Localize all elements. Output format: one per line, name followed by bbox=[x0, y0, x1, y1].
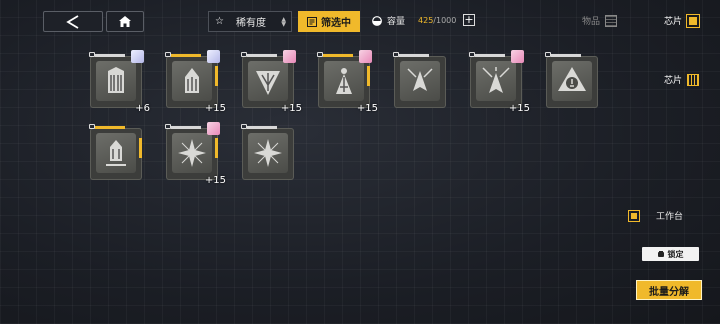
chip-item[interactable] bbox=[392, 52, 446, 108]
chip-subtab-icon bbox=[687, 73, 700, 86]
sort-arrows-icon: ▲ ▼ bbox=[281, 15, 286, 28]
avatar bbox=[207, 50, 220, 63]
chip-emblem-icon bbox=[256, 71, 280, 95]
chip-item[interactable]: +15 bbox=[164, 122, 226, 186]
lock-button[interactable]: 锁定 bbox=[642, 247, 699, 261]
sort-label: 稀有度 bbox=[235, 18, 266, 29]
filter-icon bbox=[307, 16, 317, 27]
chip-item[interactable] bbox=[240, 124, 294, 180]
filter-button[interactable]: 筛选中 bbox=[298, 11, 360, 32]
chevron-left-icon bbox=[66, 14, 79, 29]
lock-icon bbox=[241, 52, 247, 57]
item-level: +15 bbox=[356, 103, 378, 114]
lock-icon bbox=[317, 52, 323, 57]
item-level: +15 bbox=[280, 103, 302, 114]
chip-emblem-icon bbox=[336, 68, 352, 94]
tab-items-label: 物品 bbox=[582, 17, 601, 27]
chip-emblem-icon bbox=[178, 139, 206, 167]
capacity-display: 容量 425/1000 bbox=[372, 14, 456, 27]
avatar bbox=[131, 50, 144, 63]
tab-chips-label: 芯片 bbox=[664, 17, 683, 27]
back-button[interactable] bbox=[43, 11, 103, 32]
lock-label: 锁定 bbox=[667, 249, 684, 259]
avatar bbox=[283, 50, 296, 63]
lock-icon bbox=[89, 52, 95, 57]
tab-chips[interactable]: 芯片 bbox=[664, 13, 701, 28]
chip-item[interactable] bbox=[544, 52, 598, 108]
avatar bbox=[359, 50, 372, 63]
chip-item[interactable]: +15 bbox=[240, 50, 302, 114]
chip-item[interactable]: +15 bbox=[164, 50, 226, 114]
item-level: +6 bbox=[135, 103, 150, 114]
capacity-icon bbox=[372, 15, 382, 26]
capacity-used: 425 bbox=[418, 16, 434, 25]
lock-icon bbox=[89, 124, 95, 129]
tab-chips-2[interactable]: 芯片 bbox=[664, 73, 700, 86]
star-icon: ☆ bbox=[215, 16, 224, 27]
avatar bbox=[207, 122, 220, 135]
chip-emblem-icon bbox=[108, 67, 124, 93]
capacity-max: /1000 bbox=[433, 16, 457, 25]
lock-icon bbox=[469, 52, 475, 57]
padlock-icon bbox=[657, 251, 664, 257]
home-icon bbox=[119, 16, 131, 27]
avatar bbox=[511, 50, 524, 63]
lock-icon bbox=[241, 124, 247, 129]
workbench-icon bbox=[628, 209, 640, 222]
workbench-button[interactable]: 工作台 bbox=[628, 209, 683, 222]
chip-emblem-icon bbox=[185, 68, 199, 93]
add-capacity-button[interactable]: + bbox=[463, 14, 475, 26]
lock-icon bbox=[165, 124, 171, 129]
chip-emblem-icon bbox=[482, 67, 510, 93]
filter-label: 筛选中 bbox=[321, 18, 351, 29]
chip-emblem-icon bbox=[254, 139, 282, 167]
sort-dropdown[interactable]: ☆ 稀有度 ▲ ▼ bbox=[208, 11, 292, 32]
workbench-label: 工作台 bbox=[656, 212, 684, 222]
chip-emblem-icon bbox=[106, 140, 126, 166]
batch-dismantle-button[interactable]: 批量分解 bbox=[636, 280, 702, 300]
tab-items[interactable]: 物品 bbox=[582, 14, 618, 27]
chip-emblem-icon bbox=[558, 67, 586, 91]
tab-chips-2-label: 芯片 bbox=[664, 76, 683, 86]
item-level: +15 bbox=[508, 103, 530, 114]
items-tab-icon bbox=[605, 14, 618, 27]
capacity-label: 容量 bbox=[387, 17, 406, 27]
lock-icon bbox=[393, 52, 399, 57]
item-level: +15 bbox=[204, 175, 226, 186]
chip-item[interactable]: +15 bbox=[468, 50, 530, 114]
chip-tab-icon bbox=[686, 13, 701, 28]
chip-item[interactable]: +6 bbox=[88, 50, 150, 114]
chip-emblem-icon bbox=[407, 68, 433, 91]
home-button[interactable] bbox=[106, 11, 144, 32]
lock-icon bbox=[545, 52, 551, 57]
chip-item[interactable]: +15 bbox=[316, 50, 378, 114]
chip-item[interactable] bbox=[88, 124, 142, 180]
item-level: +15 bbox=[204, 103, 226, 114]
lock-icon bbox=[165, 52, 171, 57]
